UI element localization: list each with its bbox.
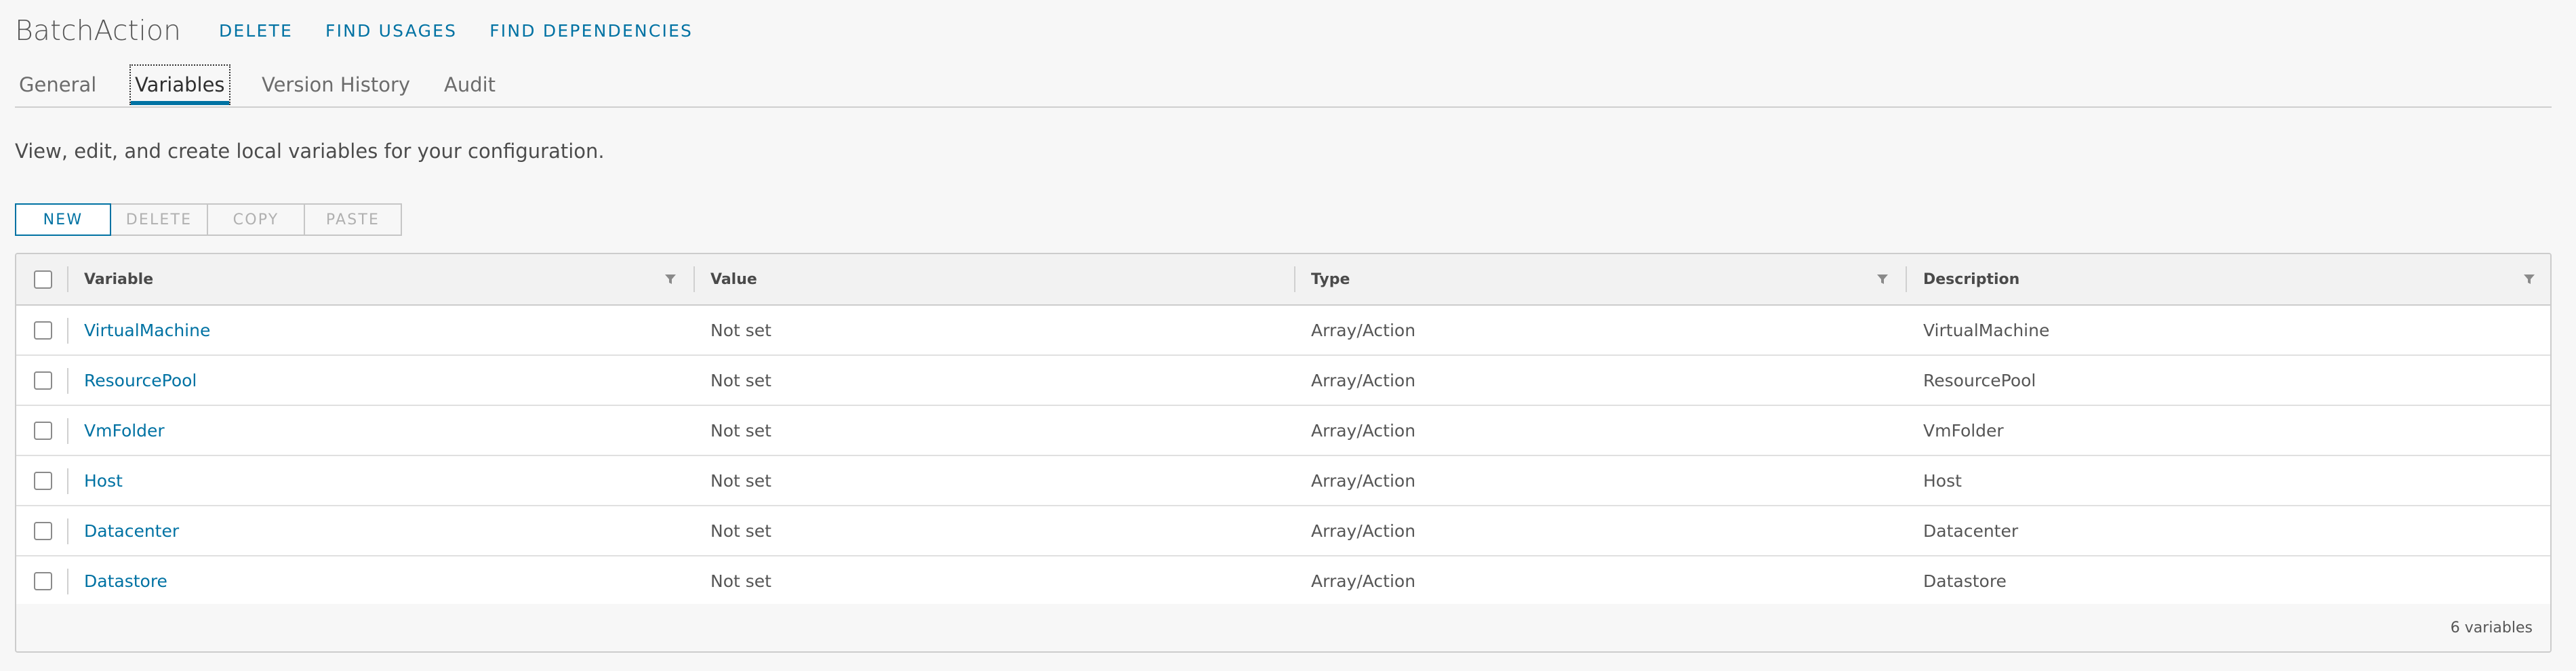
table-row[interactable]: VirtualMachine Not set Array/Action Virt… bbox=[16, 306, 2550, 356]
variables-grid: Variable Value Type Description VirtualM… bbox=[15, 253, 2552, 653]
variable-value: Not set bbox=[710, 320, 771, 340]
variable-value: Not set bbox=[710, 521, 771, 541]
column-divider bbox=[67, 468, 68, 494]
row-select-cell bbox=[34, 506, 52, 555]
column-divider[interactable] bbox=[1906, 266, 1907, 292]
row-select-cell bbox=[34, 456, 52, 505]
row-select-cell bbox=[34, 356, 52, 405]
variable-value: Not set bbox=[710, 420, 771, 441]
variables-toolbar: NEW DELETE COPY PASTE bbox=[15, 203, 402, 236]
delete-button[interactable]: DELETE bbox=[110, 203, 208, 236]
variable-type: Array/Action bbox=[1311, 470, 1416, 491]
delete-action-button[interactable]: DELETE bbox=[219, 21, 293, 41]
table-row[interactable]: Host Not set Array/Action Host bbox=[16, 456, 2550, 506]
variable-type: Array/Action bbox=[1311, 420, 1416, 441]
tab-version-history[interactable]: Version History bbox=[262, 64, 410, 105]
column-divider bbox=[67, 518, 68, 544]
table-row[interactable]: ResourcePool Not set Array/Action Resour… bbox=[16, 356, 2550, 406]
row-checkbox[interactable] bbox=[34, 471, 52, 490]
column-header-value[interactable]: Value bbox=[710, 254, 757, 304]
page-title: BatchAction bbox=[15, 14, 181, 47]
row-checkbox[interactable] bbox=[34, 371, 52, 390]
variable-type: Array/Action bbox=[1311, 571, 1416, 591]
variable-description: VirtualMachine bbox=[1923, 320, 2050, 340]
variable-name-link[interactable]: Host bbox=[84, 456, 123, 505]
variable-description: Datacenter bbox=[1923, 521, 2019, 541]
row-checkbox[interactable] bbox=[34, 571, 52, 590]
variable-description: ResourcePool bbox=[1923, 370, 2036, 390]
find-dependencies-button[interactable]: FIND DEPENDENCIES bbox=[489, 21, 693, 41]
tab-bar: General Variables Version History Audit bbox=[15, 64, 2552, 108]
variable-value: Not set bbox=[710, 470, 771, 491]
grid-footer: 6 variables bbox=[16, 604, 2550, 651]
column-divider bbox=[67, 569, 68, 594]
variable-value: Not set bbox=[710, 370, 771, 390]
variable-count: 6 variables bbox=[2450, 619, 2533, 636]
new-button[interactable]: NEW bbox=[15, 203, 111, 236]
column-divider bbox=[67, 418, 68, 444]
column-header-type[interactable]: Type bbox=[1311, 254, 1350, 304]
tab-variables[interactable]: Variables bbox=[129, 64, 230, 105]
paste-button[interactable]: PASTE bbox=[304, 203, 402, 236]
filter-icon[interactable] bbox=[1875, 272, 1890, 287]
column-divider[interactable] bbox=[1294, 266, 1295, 292]
tab-audit[interactable]: Audit bbox=[444, 64, 496, 105]
variable-value: Not set bbox=[710, 571, 771, 591]
column-divider bbox=[67, 266, 68, 292]
intro-text: View, edit, and create local variables f… bbox=[15, 140, 605, 163]
variable-description: VmFolder bbox=[1923, 420, 2004, 441]
grid-header: Variable Value Type Description bbox=[16, 254, 2550, 306]
page-header: BatchAction DELETE FIND USAGES FIND DEPE… bbox=[15, 11, 709, 50]
variable-description: Host bbox=[1923, 470, 1962, 491]
variable-type: Array/Action bbox=[1311, 370, 1416, 390]
variable-name-link[interactable]: ResourcePool bbox=[84, 356, 197, 405]
variable-name-link[interactable]: VirtualMachine bbox=[84, 306, 210, 354]
row-select-cell bbox=[34, 556, 52, 605]
copy-button[interactable]: COPY bbox=[207, 203, 305, 236]
variable-name-link[interactable]: VmFolder bbox=[84, 406, 165, 455]
column-header-variable[interactable]: Variable bbox=[84, 254, 153, 304]
filter-icon[interactable] bbox=[663, 272, 678, 287]
table-row[interactable]: Datastore Not set Array/Action Datastore bbox=[16, 556, 2550, 607]
row-checkbox[interactable] bbox=[34, 421, 52, 440]
variable-name-link[interactable]: Datacenter bbox=[84, 506, 179, 555]
filter-icon[interactable] bbox=[2522, 272, 2537, 287]
row-checkbox[interactable] bbox=[34, 521, 52, 540]
column-divider bbox=[67, 368, 68, 394]
row-select-cell bbox=[34, 406, 52, 455]
column-header-description[interactable]: Description bbox=[1923, 254, 2019, 304]
column-divider bbox=[67, 318, 68, 344]
variable-type: Array/Action bbox=[1311, 521, 1416, 541]
table-row[interactable]: Datacenter Not set Array/Action Datacent… bbox=[16, 506, 2550, 556]
select-all-checkbox[interactable] bbox=[34, 270, 52, 289]
row-checkbox[interactable] bbox=[34, 321, 52, 340]
variable-type: Array/Action bbox=[1311, 320, 1416, 340]
tab-general[interactable]: General bbox=[19, 64, 96, 105]
variable-description: Datastore bbox=[1923, 571, 2007, 591]
variable-name-link[interactable]: Datastore bbox=[84, 556, 167, 605]
table-row[interactable]: VmFolder Not set Array/Action VmFolder bbox=[16, 406, 2550, 456]
select-all-cell bbox=[34, 254, 52, 304]
column-divider[interactable] bbox=[693, 266, 695, 292]
find-usages-button[interactable]: FIND USAGES bbox=[325, 21, 457, 41]
row-select-cell bbox=[34, 306, 52, 354]
